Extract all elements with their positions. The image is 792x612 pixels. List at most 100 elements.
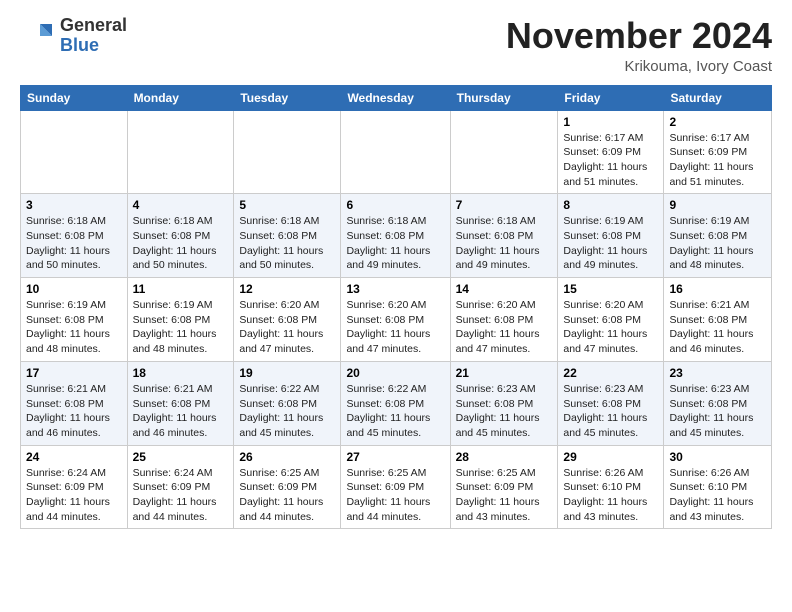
calendar-empty-cell bbox=[127, 110, 234, 194]
day-number: 14 bbox=[456, 282, 553, 296]
calendar-day-cell: 28Sunrise: 6:25 AM Sunset: 6:09 PM Dayli… bbox=[450, 445, 558, 529]
day-info: Sunrise: 6:21 AM Sunset: 6:08 PM Dayligh… bbox=[669, 298, 766, 357]
day-info: Sunrise: 6:20 AM Sunset: 6:08 PM Dayligh… bbox=[563, 298, 658, 357]
calendar-day-cell: 1 Sunrise: 6:17 AM Sunset: 6:09 PM Daylig… bbox=[558, 110, 664, 194]
day-info: Sunrise: 6:26 AM Sunset: 6:10 PM Dayligh… bbox=[563, 466, 658, 525]
day-info: Sunrise: 6:17 AM Sunset: 6:09 PM Dayligh… bbox=[563, 131, 658, 190]
day-number: 15 bbox=[563, 282, 658, 296]
calendar-day-cell: 16Sunrise: 6:21 AM Sunset: 6:08 PM Dayli… bbox=[664, 278, 772, 362]
day-number: 11 bbox=[133, 282, 229, 296]
day-number: 24 bbox=[26, 450, 122, 464]
day-info: Sunrise: 6:22 AM Sunset: 6:08 PM Dayligh… bbox=[346, 382, 444, 441]
calendar-day-cell: 4 Sunrise: 6:18 AM Sunset: 6:08 PM Daylig… bbox=[127, 194, 234, 278]
calendar-day-cell: 30Sunrise: 6:26 AM Sunset: 6:10 PM Dayli… bbox=[664, 445, 772, 529]
day-number: 27 bbox=[346, 450, 444, 464]
calendar-week-row: 24 Sunrise: 6:24 AM Sunset: 6:09 PM Dayli… bbox=[21, 445, 772, 529]
day-info: Sunrise: 6:21 AM Sunset: 6:08 PM Dayligh… bbox=[133, 382, 229, 441]
title-area: November 2024 Krikouma, Ivory Coast bbox=[506, 16, 772, 75]
logo: General Blue bbox=[20, 16, 127, 56]
calendar-day-cell: 21 Sunrise: 6:23 AM Sunset: 6:08 PM Dayli… bbox=[450, 361, 558, 445]
day-number: 4 bbox=[133, 198, 229, 212]
day-number: 17 bbox=[26, 366, 122, 380]
calendar-day-cell: 5 Sunrise: 6:18 AM Sunset: 6:08 PM Daylig… bbox=[234, 194, 341, 278]
calendar-empty-cell bbox=[450, 110, 558, 194]
calendar-day-cell: 22Sunrise: 6:23 AM Sunset: 6:08 PM Dayli… bbox=[558, 361, 664, 445]
day-number: 28 bbox=[456, 450, 553, 464]
day-info: Sunrise: 6:18 AM Sunset: 6:08 PM Dayligh… bbox=[133, 214, 229, 273]
day-info: Sunrise: 6:19 AM Sunset: 6:08 PM Dayligh… bbox=[563, 214, 658, 273]
calendar-day-cell: 29 Sunrise: 6:26 AM Sunset: 6:10 PM Dayli… bbox=[558, 445, 664, 529]
day-number: 26 bbox=[239, 450, 335, 464]
day-info: Sunrise: 6:20 AM Sunset: 6:08 PM Dayligh… bbox=[239, 298, 335, 357]
day-info: Sunrise: 6:23 AM Sunset: 6:08 PM Dayligh… bbox=[456, 382, 553, 441]
day-number: 7 bbox=[456, 198, 553, 212]
weekday-header-thursday: Thursday bbox=[450, 85, 558, 110]
day-number: 6 bbox=[346, 198, 444, 212]
calendar-day-cell: 14 Sunrise: 6:20 AM Sunset: 6:08 PM Dayli… bbox=[450, 278, 558, 362]
calendar-day-cell: 25 Sunrise: 6:24 AM Sunset: 6:09 PM Dayli… bbox=[127, 445, 234, 529]
day-info: Sunrise: 6:18 AM Sunset: 6:08 PM Dayligh… bbox=[456, 214, 553, 273]
day-info: Sunrise: 6:19 AM Sunset: 6:08 PM Dayligh… bbox=[669, 214, 766, 273]
weekday-header-saturday: Saturday bbox=[664, 85, 772, 110]
logo-text: General Blue bbox=[60, 16, 127, 56]
calendar-day-cell: 9 Sunrise: 6:19 AM Sunset: 6:08 PM Daylig… bbox=[664, 194, 772, 278]
weekday-header-wednesday: Wednesday bbox=[341, 85, 450, 110]
calendar-week-row: 17 Sunrise: 6:21 AM Sunset: 6:08 PM Dayli… bbox=[21, 361, 772, 445]
calendar-day-cell: 18 Sunrise: 6:21 AM Sunset: 6:08 PM Dayli… bbox=[127, 361, 234, 445]
page: General Blue November 2024 Krikouma, Ivo… bbox=[0, 0, 792, 545]
logo-icon bbox=[20, 18, 56, 54]
day-number: 9 bbox=[669, 198, 766, 212]
calendar-day-cell: 24Sunrise: 6:24 AM Sunset: 6:09 PM Dayli… bbox=[21, 445, 128, 529]
calendar-day-cell: 20 Sunrise: 6:22 AM Sunset: 6:08 PM Dayli… bbox=[341, 361, 450, 445]
day-number: 30 bbox=[669, 450, 766, 464]
day-info: Sunrise: 6:23 AM Sunset: 6:08 PM Dayligh… bbox=[669, 382, 766, 441]
day-info: Sunrise: 6:20 AM Sunset: 6:08 PM Dayligh… bbox=[456, 298, 553, 357]
day-number: 10 bbox=[26, 282, 122, 296]
calendar-day-cell: 19Sunrise: 6:22 AM Sunset: 6:08 PM Dayli… bbox=[234, 361, 341, 445]
calendar-day-cell: 17 Sunrise: 6:21 AM Sunset: 6:08 PM Dayli… bbox=[21, 361, 128, 445]
calendar-day-cell: 7 Sunrise: 6:18 AM Sunset: 6:08 PM Daylig… bbox=[450, 194, 558, 278]
calendar-week-row: 1 Sunrise: 6:17 AM Sunset: 6:09 PM Daylig… bbox=[21, 110, 772, 194]
day-info: Sunrise: 6:18 AM Sunset: 6:08 PM Dayligh… bbox=[346, 214, 444, 273]
weekday-header-tuesday: Tuesday bbox=[234, 85, 341, 110]
day-info: Sunrise: 6:21 AM Sunset: 6:08 PM Dayligh… bbox=[26, 382, 122, 441]
month-title: November 2024 bbox=[506, 16, 772, 56]
calendar-empty-cell bbox=[234, 110, 341, 194]
day-number: 18 bbox=[133, 366, 229, 380]
calendar-day-cell: 8 Sunrise: 6:19 AM Sunset: 6:08 PM Daylig… bbox=[558, 194, 664, 278]
day-number: 1 bbox=[563, 115, 658, 129]
calendar-day-cell: 23 Sunrise: 6:23 AM Sunset: 6:08 PM Dayli… bbox=[664, 361, 772, 445]
calendar-day-cell: 27 Sunrise: 6:25 AM Sunset: 6:09 PM Dayli… bbox=[341, 445, 450, 529]
day-info: Sunrise: 6:17 AM Sunset: 6:09 PM Dayligh… bbox=[669, 131, 766, 190]
logo-general-text: General bbox=[60, 16, 127, 36]
day-number: 13 bbox=[346, 282, 444, 296]
day-number: 5 bbox=[239, 198, 335, 212]
day-number: 19 bbox=[239, 366, 335, 380]
calendar-day-cell: 10 Sunrise: 6:19 AM Sunset: 6:08 PM Dayli… bbox=[21, 278, 128, 362]
day-info: Sunrise: 6:19 AM Sunset: 6:08 PM Dayligh… bbox=[26, 298, 122, 357]
calendar-header-row: SundayMondayTuesdayWednesdayThursdayFrid… bbox=[21, 85, 772, 110]
calendar-day-cell: 6 Sunrise: 6:18 AM Sunset: 6:08 PM Daylig… bbox=[341, 194, 450, 278]
day-number: 3 bbox=[26, 198, 122, 212]
day-info: Sunrise: 6:25 AM Sunset: 6:09 PM Dayligh… bbox=[239, 466, 335, 525]
day-info: Sunrise: 6:25 AM Sunset: 6:09 PM Dayligh… bbox=[346, 466, 444, 525]
weekday-header-friday: Friday bbox=[558, 85, 664, 110]
day-number: 25 bbox=[133, 450, 229, 464]
day-number: 23 bbox=[669, 366, 766, 380]
day-info: Sunrise: 6:23 AM Sunset: 6:08 PM Dayligh… bbox=[563, 382, 658, 441]
day-info: Sunrise: 6:18 AM Sunset: 6:08 PM Dayligh… bbox=[26, 214, 122, 273]
day-info: Sunrise: 6:24 AM Sunset: 6:09 PM Dayligh… bbox=[133, 466, 229, 525]
day-number: 8 bbox=[563, 198, 658, 212]
day-number: 29 bbox=[563, 450, 658, 464]
day-number: 21 bbox=[456, 366, 553, 380]
weekday-header-monday: Monday bbox=[127, 85, 234, 110]
calendar-day-cell: 15 Sunrise: 6:20 AM Sunset: 6:08 PM Dayli… bbox=[558, 278, 664, 362]
calendar-day-cell: 26 Sunrise: 6:25 AM Sunset: 6:09 PM Dayli… bbox=[234, 445, 341, 529]
calendar-empty-cell bbox=[21, 110, 128, 194]
day-info: Sunrise: 6:18 AM Sunset: 6:08 PM Dayligh… bbox=[239, 214, 335, 273]
calendar-week-row: 10 Sunrise: 6:19 AM Sunset: 6:08 PM Dayli… bbox=[21, 278, 772, 362]
logo-blue-text: Blue bbox=[60, 36, 127, 56]
weekday-header-sunday: Sunday bbox=[21, 85, 128, 110]
header: General Blue November 2024 Krikouma, Ivo… bbox=[20, 16, 772, 75]
day-number: 20 bbox=[346, 366, 444, 380]
